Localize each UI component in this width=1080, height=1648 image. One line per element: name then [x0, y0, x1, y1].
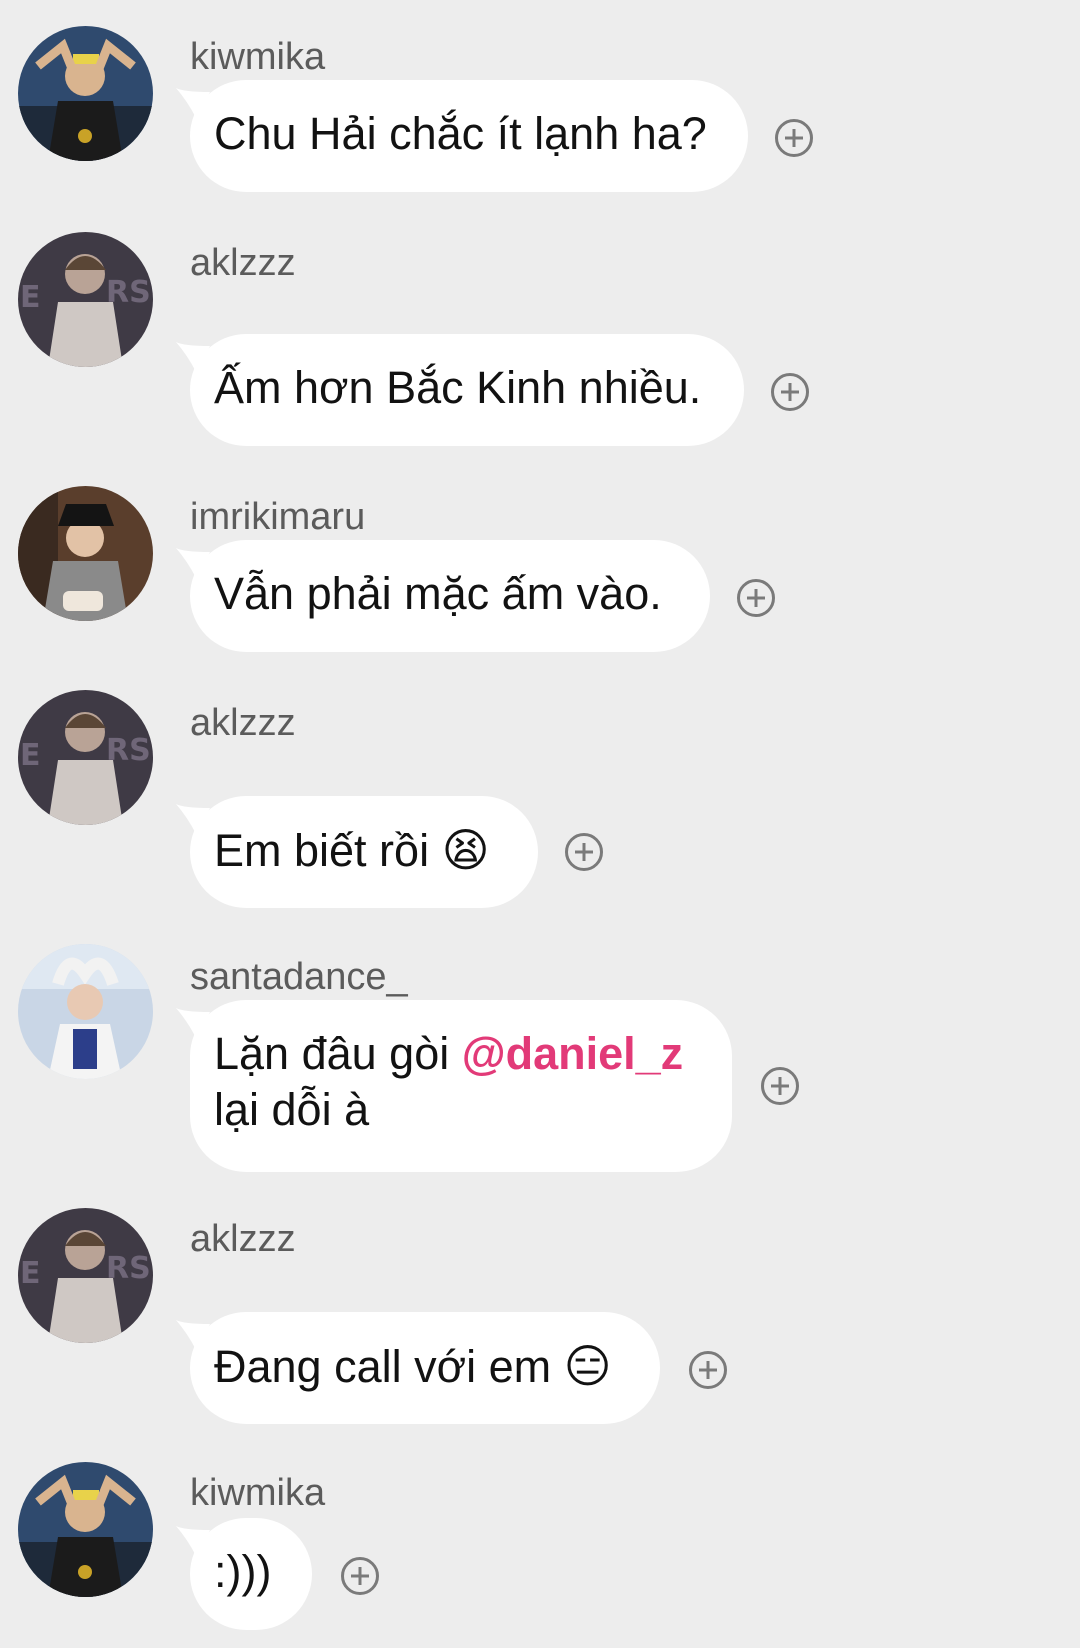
- message-bubble[interactable]: Chu Hải chắc ít lạnh ha?: [176, 80, 748, 192]
- username[interactable]: kiwmika: [190, 38, 325, 76]
- username[interactable]: aklzzz: [190, 1220, 296, 1258]
- message-text: lại dỗi à: [214, 1084, 370, 1135]
- mention-link[interactable]: @daniel_z: [462, 1028, 683, 1079]
- avatar-santadance[interactable]: [18, 944, 153, 1079]
- emoji: 😑: [563, 1339, 612, 1393]
- avatar-imrikimaru[interactable]: [18, 486, 153, 621]
- message-text: Ấm hơn Bắc Kinh nhiều.: [214, 362, 702, 413]
- username[interactable]: kiwmika: [190, 1474, 325, 1512]
- message-text: Lặn đâu gòi: [214, 1028, 462, 1079]
- add-reaction-icon[interactable]: [341, 1557, 379, 1595]
- avatar-aklzzz[interactable]: E RS: [18, 1208, 153, 1343]
- avatar-aklzzz[interactable]: E RS: [18, 232, 153, 367]
- svg-text:E: E: [20, 280, 41, 315]
- add-reaction-icon[interactable]: [771, 373, 809, 411]
- avatar-kiwmika[interactable]: [18, 26, 153, 161]
- emoji: 😫: [441, 823, 490, 877]
- message-bubble[interactable]: Lặn đâu gòi @daniel_z lại dỗi à: [176, 1000, 732, 1172]
- message-bubble[interactable]: Vẫn phải mặc ấm vào.: [176, 540, 710, 652]
- username[interactable]: aklzzz: [190, 244, 296, 282]
- avatar-kiwmika[interactable]: [18, 1462, 153, 1597]
- message-bubble[interactable]: :))): [176, 1518, 312, 1630]
- add-reaction-icon[interactable]: [565, 833, 603, 871]
- add-reaction-icon[interactable]: [775, 119, 813, 157]
- add-reaction-icon[interactable]: [761, 1067, 799, 1105]
- username[interactable]: santadance_: [190, 958, 408, 996]
- avatar-aklzzz[interactable]: E RS: [18, 690, 153, 825]
- message-text: :))): [214, 1546, 272, 1597]
- add-reaction-icon[interactable]: [689, 1351, 727, 1389]
- message-bubble[interactable]: Ấm hơn Bắc Kinh nhiều.: [176, 334, 744, 446]
- message-text: Vẫn phải mặc ấm vào.: [214, 568, 662, 619]
- message-text: Chu Hải chắc ít lạnh ha?: [214, 108, 707, 159]
- message-text: Em biết rồi: [214, 825, 430, 876]
- message-text: Đang call với em: [214, 1341, 552, 1392]
- username[interactable]: aklzzz: [190, 704, 296, 742]
- message-bubble[interactable]: Đang call với em 😑: [176, 1312, 660, 1424]
- svg-text:E: E: [20, 1256, 41, 1291]
- message-bubble[interactable]: Em biết rồi 😫: [176, 796, 538, 908]
- svg-text:E: E: [20, 738, 41, 773]
- username[interactable]: imrikimaru: [190, 498, 365, 536]
- add-reaction-icon[interactable]: [737, 579, 775, 617]
